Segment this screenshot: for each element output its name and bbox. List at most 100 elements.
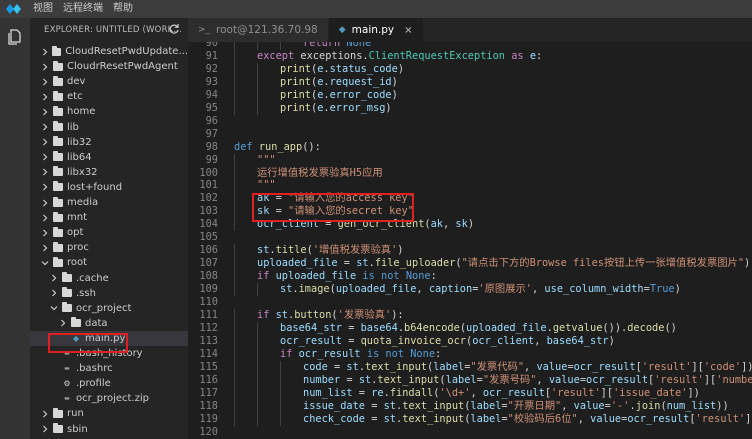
tree-item[interactable]: media bbox=[30, 195, 188, 210]
code-token: True bbox=[649, 283, 675, 296]
tree-item-label: .cache bbox=[76, 272, 109, 284]
tree-item[interactable]: root bbox=[30, 255, 188, 270]
highlight-ak-sk bbox=[252, 193, 414, 222]
tree-item[interactable]: .ssh bbox=[30, 286, 188, 301]
line-number: 107 bbox=[199, 257, 218, 270]
code-line: 114 if ocr_result is not None: bbox=[188, 347, 752, 361]
tree-item[interactable]: mnt bbox=[30, 210, 188, 225]
code-text: num_list = re.findall('\d+', ocr_result[… bbox=[303, 387, 700, 400]
menu-view[interactable]: 视图 bbox=[28, 0, 58, 18]
code-token: ()). bbox=[602, 321, 628, 334]
code-token: print bbox=[280, 62, 311, 75]
tree-item[interactable]: ▬ .bashrc bbox=[30, 361, 188, 376]
tree-item[interactable]: lib64 bbox=[30, 150, 188, 165]
folder-icon bbox=[53, 121, 63, 131]
code-token: ) bbox=[744, 257, 751, 270]
code-text: if st.button('发票验真'): bbox=[257, 309, 404, 322]
explorer-sidebar: EXPLORER: UNTITLED (WORK... CloudResetPw… bbox=[30, 18, 188, 439]
code-line: 91 except exceptions.ClientRequestExcepti… bbox=[188, 49, 752, 63]
menu-help[interactable]: 帮助 bbox=[108, 0, 138, 18]
code-text: print(e.error_code) bbox=[280, 89, 398, 102]
tree-item[interactable]: ▬ ocr_project.zip bbox=[30, 391, 188, 406]
tree-item-label: run bbox=[67, 408, 84, 420]
code-token: None bbox=[410, 347, 436, 360]
chevron-down-icon bbox=[49, 303, 59, 313]
indent-guide bbox=[234, 179, 235, 193]
tree-item[interactable]: CloudResetPwdUpdate... bbox=[30, 44, 188, 59]
tree-item[interactable]: libx32 bbox=[30, 165, 188, 180]
folder-icon bbox=[53, 60, 63, 71]
tree-item-label: .profile bbox=[76, 378, 111, 390]
tree-item[interactable]: opt bbox=[30, 225, 188, 240]
tree-item[interactable]: home bbox=[30, 104, 188, 119]
tree-item[interactable]: sbin bbox=[30, 422, 188, 437]
code-token: , bbox=[536, 373, 549, 386]
menu-remote-terminal[interactable]: 远程终端 bbox=[58, 0, 108, 18]
indent-guide bbox=[234, 257, 235, 271]
code-token: st bbox=[346, 360, 359, 373]
refresh-icon[interactable] bbox=[168, 23, 180, 35]
code-token: ocr_client bbox=[472, 334, 535, 347]
code-token: st bbox=[280, 283, 293, 296]
tree-item[interactable]: run bbox=[30, 406, 188, 421]
code-token: uploaded_file bbox=[466, 321, 547, 334]
chevron-right-icon bbox=[58, 318, 68, 328]
code-line: 100 运行增值税发票验真H5应用 bbox=[188, 166, 752, 180]
code-token: ocr_result bbox=[627, 412, 690, 425]
code-token: 运行增值税发票验真H5应用 bbox=[257, 166, 383, 179]
tree-item[interactable]: CloudrResetPwdAgent bbox=[30, 59, 188, 74]
indent-guide bbox=[234, 334, 235, 348]
folder-icon bbox=[53, 196, 63, 207]
code-token: st bbox=[356, 257, 369, 270]
chevron-right-icon bbox=[40, 213, 50, 223]
indent-guide bbox=[234, 283, 235, 297]
code-token: , bbox=[577, 412, 591, 425]
code-token: ): bbox=[391, 308, 404, 321]
line-number: 117 bbox=[199, 386, 218, 399]
folder-icon bbox=[62, 287, 72, 298]
tree-item[interactable]: lib32 bbox=[30, 135, 188, 150]
code-token: '原图展示' bbox=[478, 283, 533, 296]
code-token: ocr_result bbox=[573, 360, 636, 373]
tab-terminal[interactable]: >_ root@121.36.70.98 bbox=[188, 18, 329, 42]
tab-main-py[interactable]: ◆ main.py × bbox=[328, 18, 424, 42]
tree-item[interactable]: ⚙ .profile bbox=[30, 376, 188, 391]
code-line: 111 if st.button('发票验真'): bbox=[188, 308, 752, 322]
indent-guide bbox=[234, 218, 235, 232]
tree-item[interactable]: dev bbox=[30, 74, 188, 89]
code-line: 107 uploaded_file = st.file_uploader("请点击… bbox=[188, 257, 752, 271]
tree-item[interactable]: data bbox=[30, 316, 188, 331]
code-token: ][ bbox=[691, 360, 704, 373]
code-line: 110 bbox=[188, 296, 752, 309]
code-editor[interactable]: 90 return None 91 except exceptions.ClientR… bbox=[188, 42, 752, 439]
code-token: print bbox=[280, 101, 311, 114]
code-text: print(e.request_id) bbox=[280, 76, 398, 89]
code-token: sk bbox=[455, 218, 468, 231]
tree-item-label: CloudrResetPwdAgent bbox=[67, 61, 178, 73]
code-token: 'result' bbox=[654, 373, 704, 386]
line-number: 116 bbox=[199, 373, 218, 386]
indent-guide bbox=[257, 347, 258, 361]
code-token: number bbox=[303, 373, 341, 386]
close-icon[interactable]: × bbox=[404, 25, 412, 36]
code-token: st bbox=[257, 244, 270, 257]
chevron-right-icon bbox=[40, 424, 50, 434]
code-token: value bbox=[573, 399, 605, 412]
code-token: ak bbox=[430, 218, 444, 231]
tree-item[interactable]: lost+found bbox=[30, 180, 188, 195]
folder-icon bbox=[53, 256, 63, 267]
tree-item[interactable]: ocr_project bbox=[30, 301, 188, 316]
code-line: 92 print(e.status_code) bbox=[188, 62, 752, 76]
code-token: = bbox=[340, 373, 359, 386]
explorer-files-icon[interactable] bbox=[6, 28, 24, 46]
tree-item[interactable]: etc bbox=[30, 89, 188, 104]
tree-item[interactable]: .cache bbox=[30, 271, 188, 286]
line-number: 95 bbox=[205, 101, 218, 114]
code-text: code = st.text_input(label="发票代码", value… bbox=[303, 361, 752, 374]
tree-item[interactable]: lib bbox=[30, 120, 188, 135]
tree-item[interactable]: proc bbox=[30, 240, 188, 255]
tree-item-label: etc bbox=[67, 91, 83, 103]
chevron-right-icon bbox=[40, 198, 50, 208]
code-line: 119 check_code = st.text_input(label="校验码… bbox=[188, 412, 752, 426]
code-token: if bbox=[280, 347, 293, 360]
